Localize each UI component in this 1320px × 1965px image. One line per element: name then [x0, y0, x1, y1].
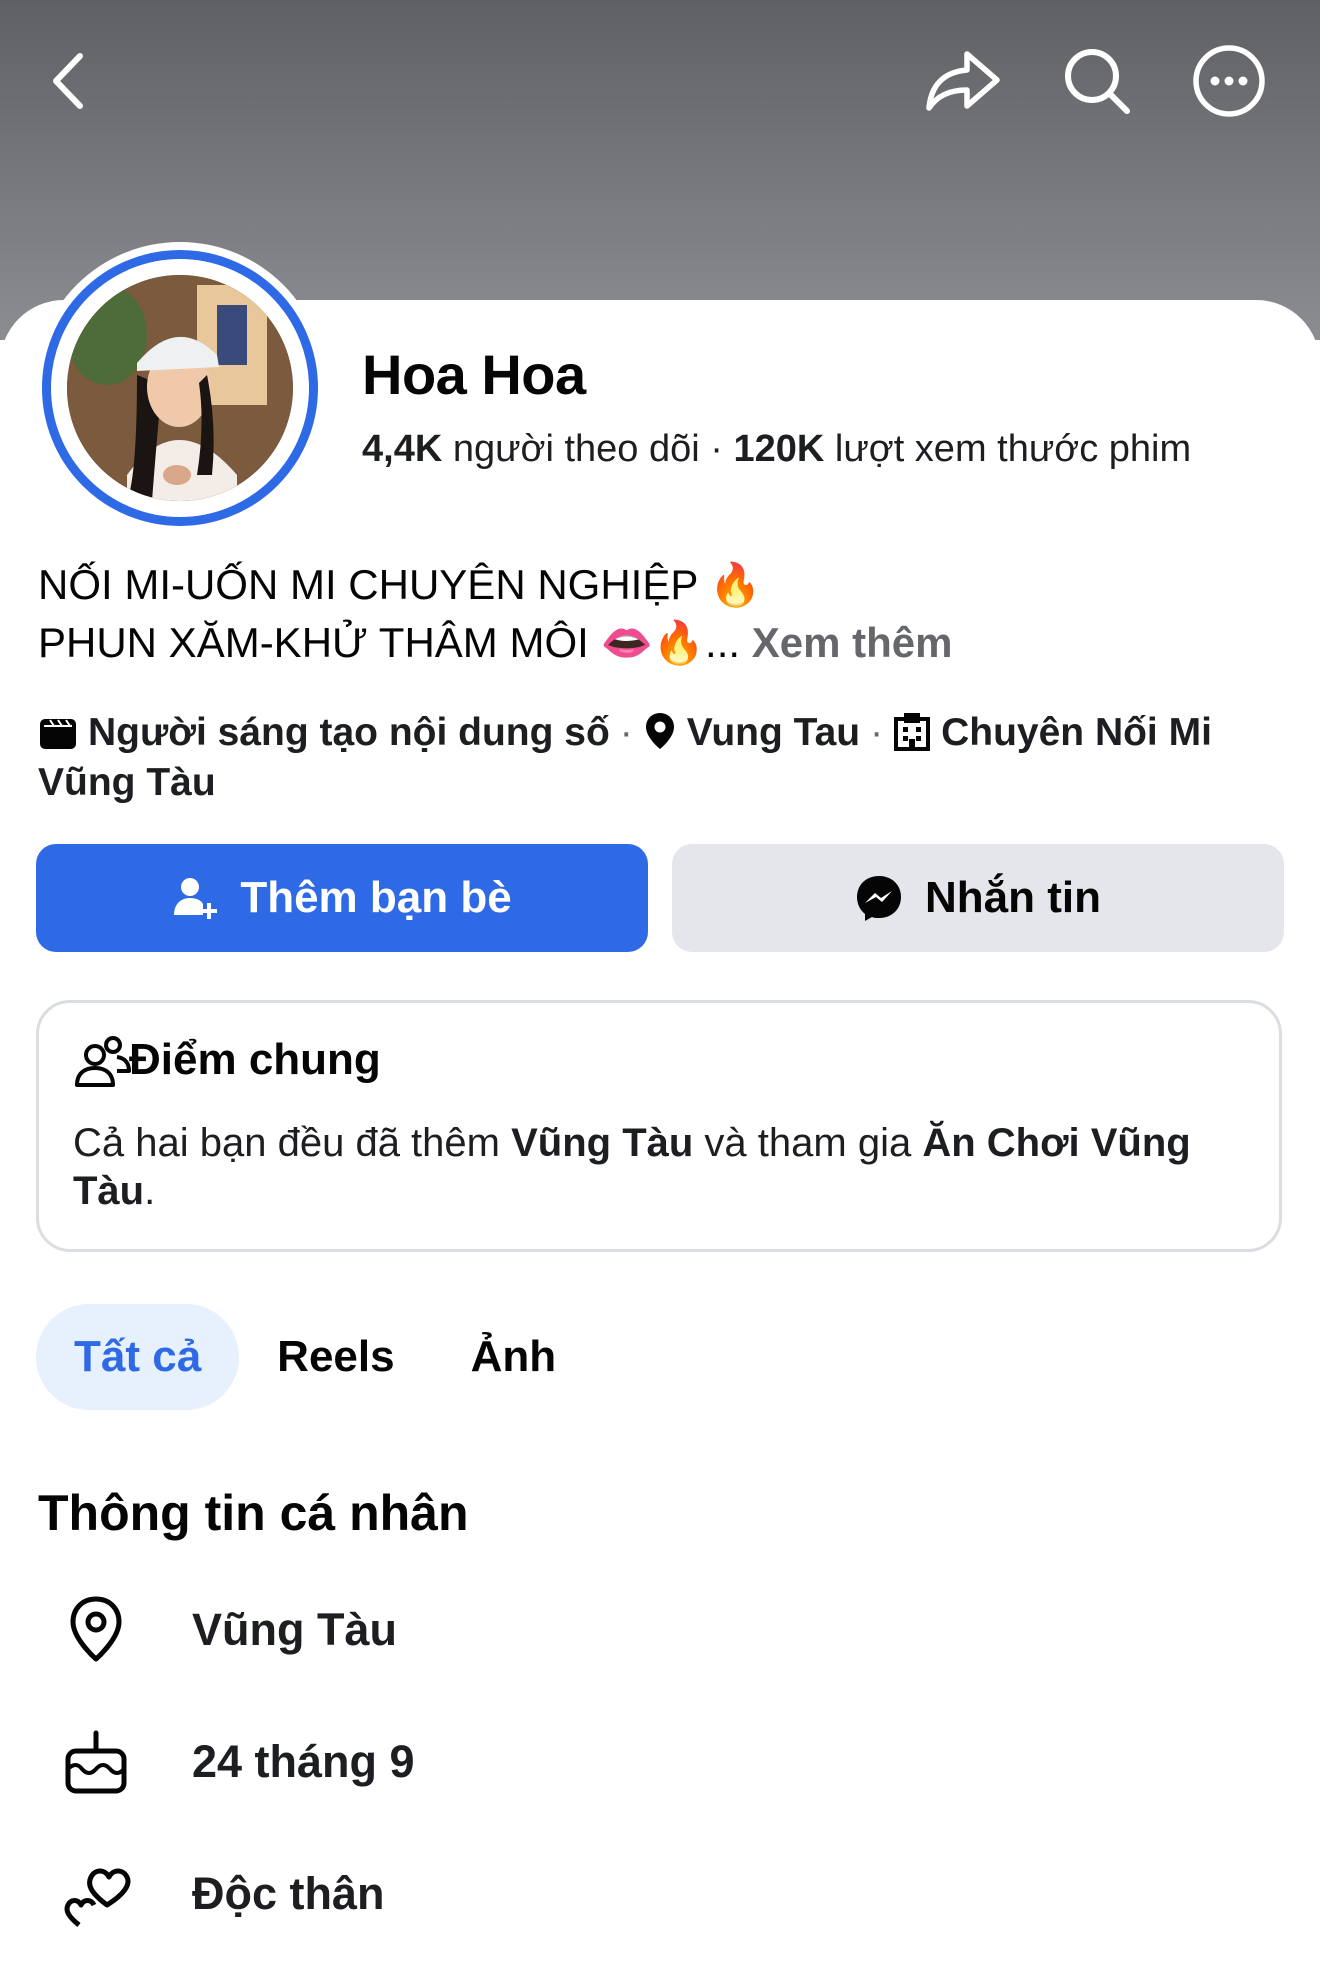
building-icon	[894, 713, 931, 751]
messenger-icon	[857, 876, 901, 921]
profile-stats[interactable]: 4,4K người theo dõi · 120K lượt xem thướ…	[362, 428, 1191, 471]
add-friend-icon	[174, 878, 218, 919]
relationship-hearts-icon	[64, 1868, 131, 1927]
tab-photos[interactable]: Ảnh	[433, 1304, 595, 1410]
profile-meta: Người sáng tạo nội dung số · Vung Tau · Chuy…	[38, 708, 1288, 808]
profile-tabs: Tất cả Reels Ảnh	[36, 1304, 594, 1410]
add-friend-label: Thêm bạn bè	[240, 873, 512, 922]
chevron-left-icon	[53, 53, 83, 109]
followers-label: người theo dõi	[452, 428, 700, 470]
tab-reels[interactable]: Reels	[239, 1304, 432, 1410]
reel-views-count: 120K	[733, 428, 825, 470]
meta-separator: ·	[619, 711, 633, 754]
add-friend-button[interactable]: Thêm bạn bè	[36, 844, 648, 952]
info-row-birthday: 24 tháng 9	[60, 1726, 415, 1798]
meta-separator: ·	[870, 711, 884, 754]
info-birthday-text: 24 tháng 9	[192, 1736, 415, 1787]
more-options-button[interactable]	[1186, 38, 1272, 124]
story-ring	[42, 250, 318, 526]
location-label[interactable]: Vung Tau	[687, 711, 860, 754]
mutual-text-part: .	[144, 1169, 156, 1213]
birthday-cake-icon	[65, 1730, 127, 1794]
info-location-text: Vũng Tàu	[192, 1604, 397, 1655]
message-label: Nhắn tin	[925, 873, 1101, 922]
reel-views-label: lượt xem thước phim	[834, 428, 1192, 470]
mutual-info-text: Cả hai bạn đều đã thêm Vũng Tàu và tham …	[73, 1119, 1223, 1215]
avatar[interactable]	[34, 242, 326, 534]
bio-line-1: NỐI MI-UỐN MI CHUYÊN NGHIỆP 🔥	[38, 561, 762, 608]
mutual-place[interactable]: Vũng Tàu	[511, 1121, 693, 1165]
message-button[interactable]: Nhắn tin	[672, 844, 1284, 952]
info-row-relationship: Độc thân	[60, 1858, 385, 1930]
search-icon	[1065, 49, 1130, 114]
location-pin-icon	[645, 713, 674, 749]
bio: NỐI MI-UỐN MI CHUYÊN NGHIỆP 🔥 PHUN XĂM-K…	[38, 556, 1288, 672]
bio-line-2: PHUN XĂM-KHỬ THÂM MÔI 👄🔥...	[38, 619, 741, 666]
back-button[interactable]	[26, 38, 112, 124]
followers-count: 4,4K	[362, 428, 443, 470]
share-button[interactable]	[920, 38, 1006, 124]
info-relationship-text: Độc thân	[192, 1868, 385, 1919]
tab-all[interactable]: Tất cả	[36, 1304, 240, 1410]
mutual-info-title: Điểm chung	[129, 1035, 381, 1084]
info-row-location: Vũng Tàu	[60, 1594, 397, 1666]
people-icon	[75, 1036, 131, 1087]
see-more-link[interactable]: Xem thêm	[752, 619, 953, 666]
category-label: Người sáng tạo nội dung số	[88, 711, 610, 754]
personal-info-title: Thông tin cá nhân	[38, 1485, 469, 1541]
clapperboard-icon	[40, 719, 76, 749]
mutual-text-part: và tham gia	[693, 1121, 923, 1165]
mutual-info-card: Điểm chung Cả hai bạn đều đã thêm Vũng T…	[36, 1000, 1282, 1252]
stats-separator: ·	[710, 428, 734, 470]
mutual-text-part: Cả hai bạn đều đã thêm	[73, 1121, 512, 1165]
location-pin-icon	[70, 1596, 122, 1662]
share-icon	[926, 51, 1000, 111]
profile-name: Hoa Hoa	[362, 343, 586, 406]
profile-photo	[67, 275, 293, 501]
more-horizontal-icon	[1193, 45, 1265, 117]
search-button[interactable]	[1054, 38, 1140, 124]
